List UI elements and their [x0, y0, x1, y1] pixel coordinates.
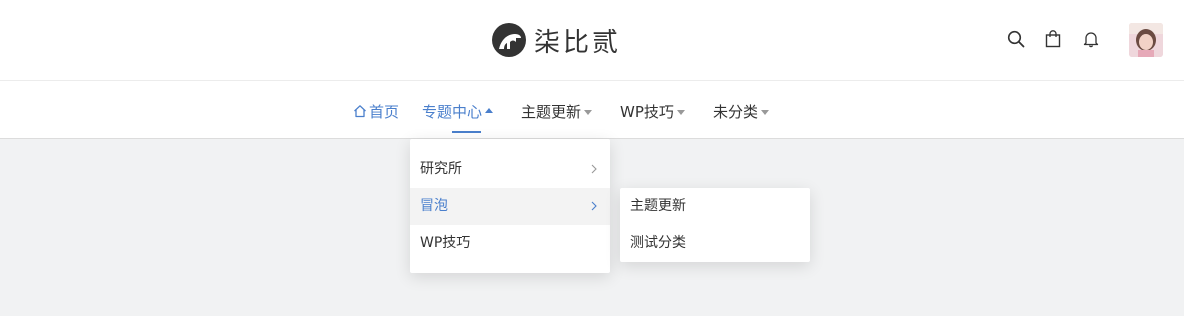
dropdown-item-label: 研究所 — [420, 161, 462, 177]
avatar-photo — [1129, 23, 1163, 57]
chevron-right-icon — [591, 164, 597, 174]
nav-item-label: WP技巧 — [620, 102, 674, 121]
main-nav: 首页 专题中心 主题更新 WP技巧 未分类 — [0, 81, 1184, 139]
search-icon[interactable] — [1005, 28, 1027, 50]
topics-dropdown: 研究所 冒泡 WP技巧 — [410, 139, 610, 273]
nav-item-uncategorized[interactable]: 未分类 — [713, 101, 770, 121]
dropdown-item-bubble[interactable]: 冒泡 — [410, 188, 610, 225]
site-logo[interactable]: 柒比贰 — [492, 22, 621, 58]
logo-mark-icon — [492, 23, 526, 57]
dropdown-item-label: 冒泡 — [420, 198, 448, 214]
header-actions — [1005, 28, 1102, 50]
nav-item-home[interactable]: 首页 — [353, 101, 399, 121]
caret-down-icon — [584, 109, 593, 115]
bubble-submenu: 主题更新 测试分类 — [620, 188, 810, 262]
nav-item-label: 专题中心 — [422, 102, 483, 121]
site-header: 柒比贰 — [0, 0, 1184, 81]
dropdown-item-label: WP技巧 — [420, 235, 471, 251]
chevron-right-icon — [591, 201, 597, 211]
home-icon — [354, 105, 366, 118]
caret-down-icon — [761, 109, 770, 115]
active-underline — [452, 131, 481, 133]
caret-down-icon — [676, 109, 685, 115]
nav-item-label: 首页 — [369, 102, 400, 121]
submenu-item-label: 主题更新 — [630, 198, 686, 214]
nav-item-theme-updates[interactable]: 主题更新 — [521, 101, 593, 121]
dropdown-item-wp-tips[interactable]: WP技巧 — [410, 225, 610, 262]
nav-item-label: 未分类 — [713, 102, 759, 121]
bell-icon[interactable] — [1080, 28, 1102, 50]
avatar[interactable] — [1129, 23, 1163, 57]
nav-item-label: 主题更新 — [521, 102, 582, 121]
nav-item-topics[interactable]: 专题中心 — [422, 101, 494, 121]
bag-icon[interactable] — [1042, 28, 1064, 50]
submenu-item-theme-updates[interactable]: 主题更新 — [620, 188, 810, 225]
brand-name: 柒比贰 — [534, 27, 622, 58]
submenu-item-test-category[interactable]: 测试分类 — [620, 225, 810, 262]
dropdown-item-lab[interactable]: 研究所 — [410, 151, 610, 188]
nav-item-wp-tips[interactable]: WP技巧 — [620, 101, 685, 121]
caret-up-icon — [485, 107, 494, 113]
submenu-item-label: 测试分类 — [630, 235, 686, 251]
